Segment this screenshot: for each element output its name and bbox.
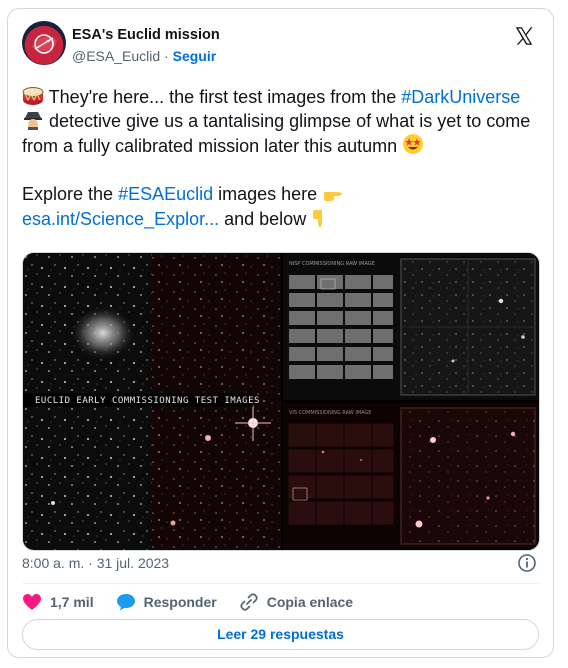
nisp-caption: NISP COMMISSIONING RAW IMAGE xyxy=(289,261,375,267)
copy-link-label: Copia enlace xyxy=(266,594,354,610)
like-button[interactable]: 1,7 mil xyxy=(22,593,94,611)
footer-divider xyxy=(22,583,539,584)
media-image-top-right[interactable]: NISP COMMISSIONING RAW IMAGE xyxy=(283,253,539,400)
media-grid[interactable]: EUCLID EARLY COMMISSIONING TEST IMAGES N… xyxy=(22,252,540,551)
pointing-down-icon xyxy=(313,210,323,227)
author-handle-row: @ESA_Euclid · Seguir xyxy=(72,48,216,64)
link-icon xyxy=(240,593,258,611)
avatar[interactable] xyxy=(22,21,66,65)
separator-dot: · xyxy=(164,48,169,64)
nisp-raw-image: NISP COMMISSIONING RAW IMAGE xyxy=(283,253,539,400)
x-logo-icon[interactable] xyxy=(513,25,535,47)
starfield-image: EUCLID EARLY COMMISSIONING TEST IMAGES xyxy=(23,253,281,550)
euclid-logo-icon xyxy=(32,34,57,54)
tweet-line2-mid: images here xyxy=(213,184,323,204)
heart-icon xyxy=(23,594,41,610)
tweet-line2-post: and below xyxy=(219,209,307,229)
vis-caption: VIS COMMISSIONING RAW IMAGE xyxy=(289,410,371,416)
drum-icon xyxy=(22,87,44,105)
esa-link[interactable]: esa.int/Science_Explor... xyxy=(22,209,219,229)
hashtag-darkuniverse-link[interactable]: #DarkUniverse xyxy=(401,87,520,107)
follow-button[interactable]: Seguir xyxy=(173,48,217,64)
media-image-bottom-right[interactable]: VIS COMMISSIONING RAW IMAGE xyxy=(283,402,539,550)
tweet-line1-pre: They're here... the first test images fr… xyxy=(44,87,397,107)
author-name[interactable]: ESA's Euclid mission xyxy=(72,27,220,43)
reply-button[interactable]: Responder xyxy=(116,593,217,611)
hashtag-esaeuclid-link[interactable]: #ESAEuclid xyxy=(118,184,213,204)
tweet-line1-post: detective give us a tantalising glimpse … xyxy=(22,111,531,156)
media-image-left[interactable]: EUCLID EARLY COMMISSIONING TEST IMAGES xyxy=(23,253,281,550)
left-image-caption: EUCLID EARLY COMMISSIONING TEST IMAGES xyxy=(35,396,260,406)
reply-label: Responder xyxy=(143,594,217,610)
pointing-right-icon xyxy=(324,192,343,201)
read-replies-button[interactable]: Leer 29 respuestas xyxy=(22,619,539,650)
author-handle[interactable]: @ESA_Euclid xyxy=(72,48,160,64)
tweet-line2-pre: Explore the xyxy=(22,184,119,204)
tweet-card: ESA's Euclid mission @ESA_Euclid · Segui… xyxy=(7,8,554,658)
timestamp[interactable]: 8:00 a. m. · 31 jul. 2023 xyxy=(22,555,169,571)
reply-bubble-icon xyxy=(116,594,135,611)
detective-icon xyxy=(24,112,42,130)
like-count: 1,7 mil xyxy=(50,594,94,610)
info-icon[interactable] xyxy=(517,553,537,573)
vis-raw-image: VIS COMMISSIONING RAW IMAGE xyxy=(283,402,539,550)
copy-link-button[interactable]: Copia enlace xyxy=(239,593,353,611)
star-struck-icon xyxy=(403,134,424,154)
tweet-text: They're here... the first test images fr… xyxy=(22,85,537,231)
action-bar: 1,7 mil Responder Copia enlace xyxy=(22,591,375,613)
